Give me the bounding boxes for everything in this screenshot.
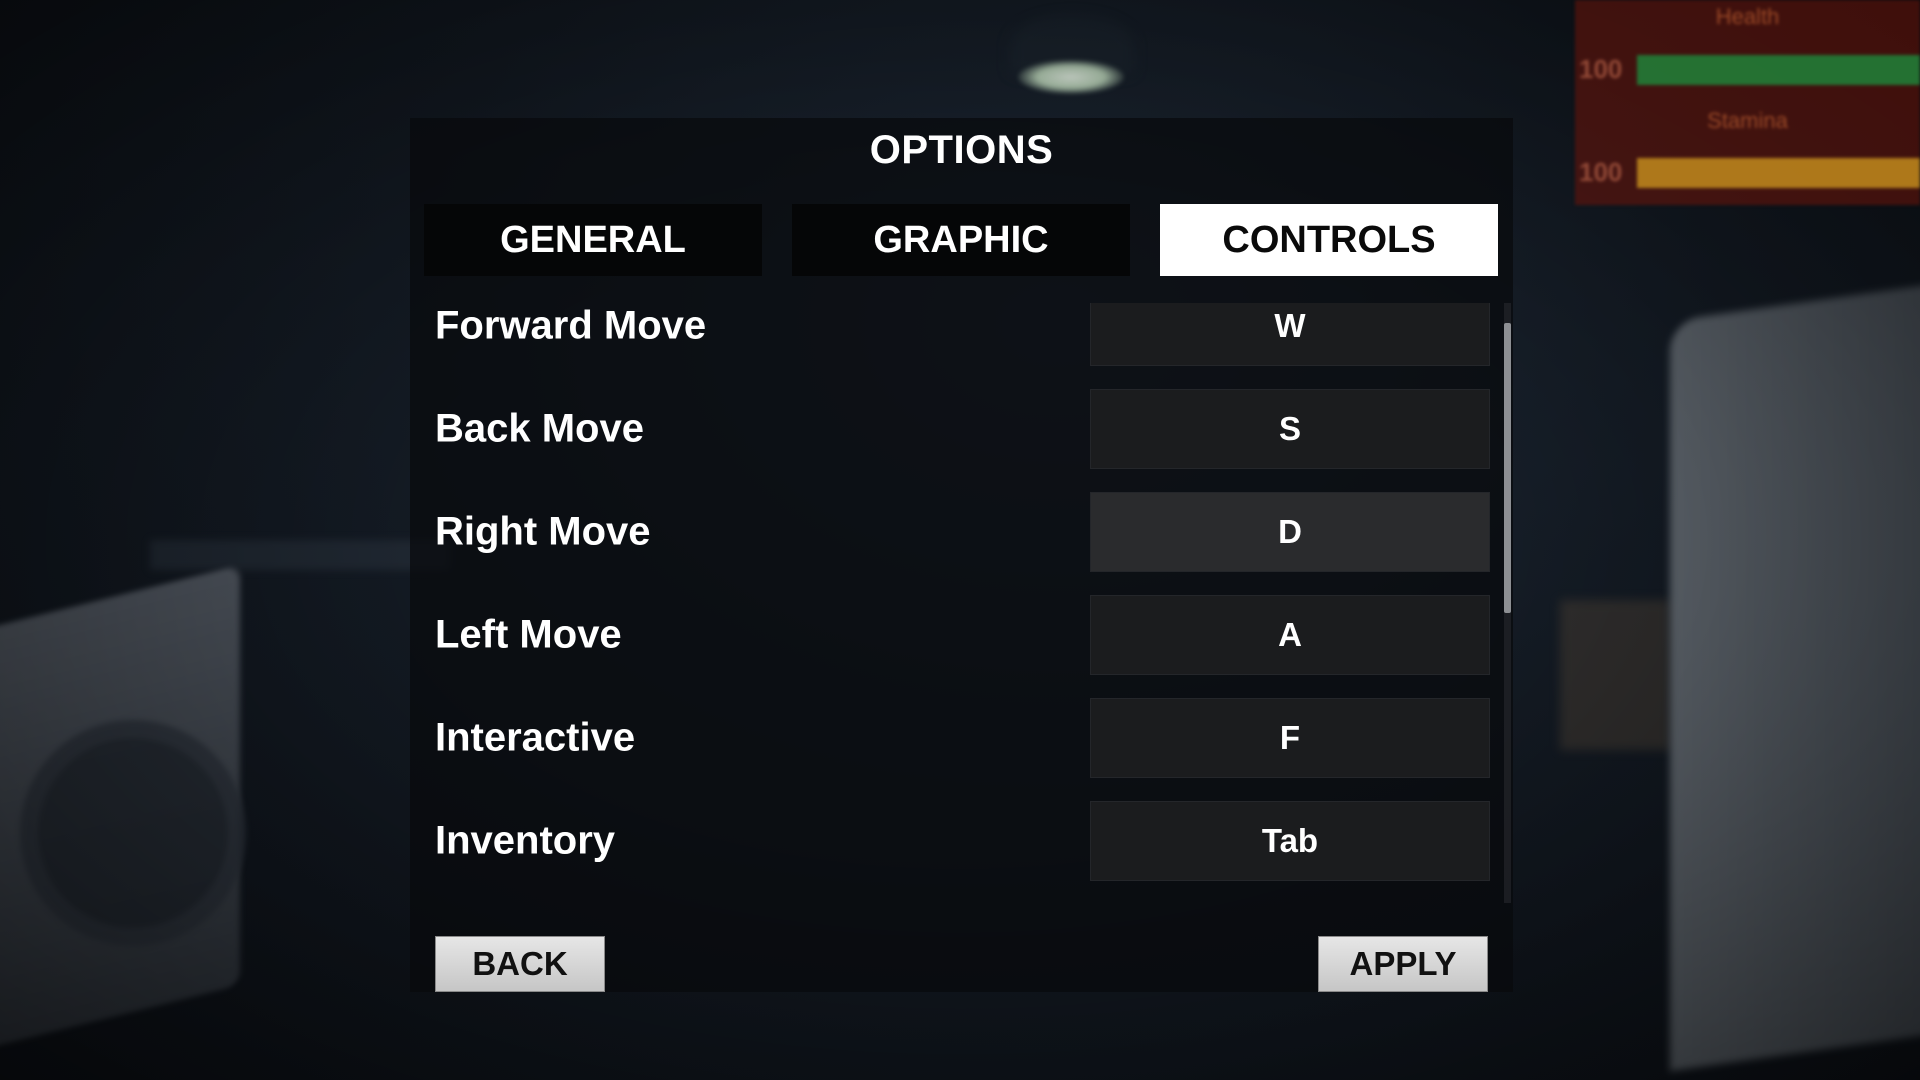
control-row: Interactive F [410, 697, 1490, 779]
keybind-button[interactable]: Tab [1090, 801, 1490, 881]
control-row: Right Move D [410, 491, 1490, 573]
control-action-label: Left Move [435, 612, 622, 657]
options-title: OPTIONS [869, 128, 1054, 172]
control-row: Left Move A [410, 594, 1490, 676]
control-row: Inventory Tab [410, 800, 1490, 882]
keybind-button[interactable]: W [1090, 303, 1490, 366]
stamina-label: Stamina [1707, 108, 1788, 133]
options-panel: OPTIONS GENERAL GRAPHIC CONTROLS Forward… [410, 118, 1513, 992]
tab-general[interactable]: GENERAL [424, 204, 762, 276]
tab-graphic[interactable]: GRAPHIC [792, 204, 1130, 276]
keybind-button[interactable]: A [1090, 595, 1490, 675]
health-value: 100 [1579, 54, 1623, 84]
control-action-label: Right Move [435, 509, 651, 554]
keybind-button[interactable]: D [1090, 492, 1490, 572]
apply-button[interactable]: APPLY [1318, 936, 1488, 992]
tab-controls[interactable]: CONTROLS [1160, 204, 1498, 276]
scrollbar-thumb[interactable] [1504, 323, 1511, 613]
stamina-bar [1637, 158, 1920, 188]
status-hud: Health 100 Stamina 100 [1575, 0, 1920, 205]
health-bar [1637, 55, 1920, 85]
controls-list[interactable]: Forward Move W Back Move S Right Move D … [410, 303, 1513, 903]
control-action-label: Back Move [435, 406, 644, 451]
control-row: Forward Move W [410, 303, 1490, 367]
keybind-button[interactable]: F [1090, 698, 1490, 778]
back-button[interactable]: BACK [435, 936, 605, 992]
options-tabs: GENERAL GRAPHIC CONTROLS [424, 204, 1498, 276]
control-action-label: Interactive [435, 715, 636, 760]
controls-scrollbar[interactable] [1504, 303, 1511, 903]
health-label: Health [1715, 4, 1780, 29]
stamina-value: 100 [1579, 157, 1623, 187]
control-action-label: Forward Move [435, 303, 707, 348]
keybind-button[interactable]: S [1090, 389, 1490, 469]
control-row: Back Move S [410, 388, 1490, 470]
control-action-label: Inventory [435, 818, 616, 863]
